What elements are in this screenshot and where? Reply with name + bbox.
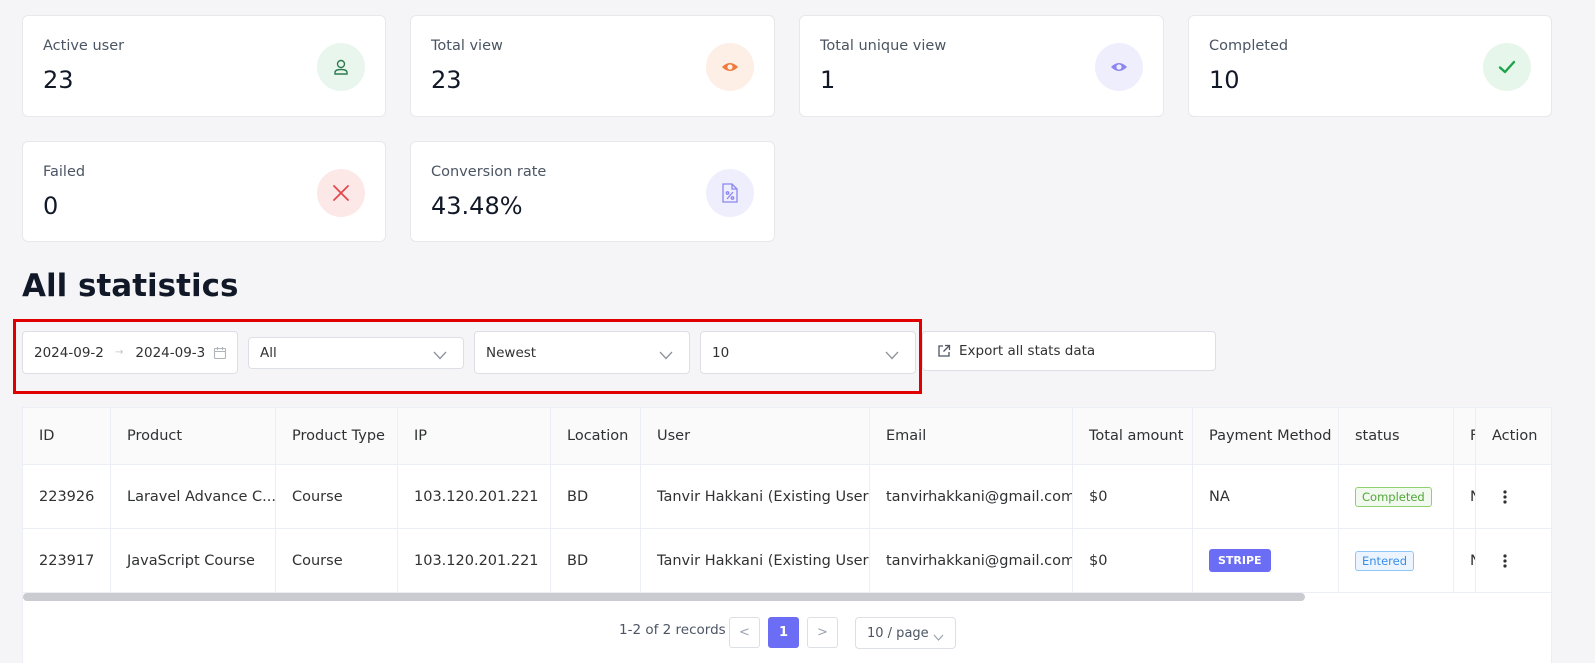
stat-card-total-unique-view: Total unique view 1 [799, 15, 1164, 117]
cell-product-type: Course [276, 529, 398, 592]
column-header[interactable]: status [1339, 408, 1454, 464]
column-header[interactable]: User [641, 408, 870, 464]
horizontal-scrollbar[interactable] [23, 593, 1551, 601]
table-header: ID Product Product Type IP Location User… [23, 408, 1551, 465]
column-header[interactable]: Payment Method [1193, 408, 1339, 464]
page-size-value: 10 / page [867, 625, 929, 641]
cell-user: Tanvir Hakkani (Existing User) [641, 465, 870, 528]
column-header: Action [1492, 428, 1538, 444]
cell-email: tanvirhakkani@gmail.com [870, 529, 1073, 592]
stat-value: 1 [820, 66, 836, 94]
column-header[interactable]: Total amount [1073, 408, 1193, 464]
page-button[interactable]: 1 [768, 617, 799, 648]
stat-label: Total unique view [820, 38, 947, 54]
column-header[interactable]: Product Type [276, 408, 398, 464]
cell-status: Entered [1339, 529, 1454, 592]
export-button[interactable]: Export all stats data [922, 331, 1216, 371]
cell-location: BD [551, 529, 641, 592]
table-row: 223917 JavaScript Course Course 103.120.… [23, 529, 1551, 593]
column-header[interactable]: Product [111, 408, 276, 464]
check-icon [1483, 43, 1531, 91]
stat-value: 23 [431, 66, 462, 94]
column-header[interactable]: F [1454, 408, 1476, 464]
cell-total: $0 [1073, 465, 1193, 528]
stat-card-failed: Failed 0 [22, 141, 386, 242]
page-title: All statistics [22, 268, 239, 304]
close-icon [317, 169, 365, 217]
stat-label: Conversion rate [431, 164, 547, 180]
cell-payment: STRIPE [1193, 529, 1339, 592]
next-page-button[interactable]: > [807, 617, 838, 648]
cell-product: Laravel Advance C... [111, 465, 276, 528]
cell-id: 223917 [23, 529, 111, 592]
column-header[interactable]: IP [398, 408, 551, 464]
stat-value: 43.48% [431, 192, 523, 220]
cell-product-type: Course [276, 465, 398, 528]
export-button-label: Export all stats data [959, 343, 1096, 359]
cell-ip: 103.120.201.221 [398, 465, 551, 528]
cell-extra: N [1454, 529, 1476, 592]
stat-label: Completed [1209, 38, 1289, 54]
cell-product: JavaScript Course [111, 529, 276, 592]
stat-card-conversion-rate: Conversion rate 43.48% [410, 141, 775, 242]
eye-icon [1095, 43, 1143, 91]
table-row: 223926 Laravel Advance C... Course 103.1… [23, 465, 1551, 529]
chevron-down-icon [933, 630, 944, 645]
payment-badge: STRIPE [1209, 549, 1271, 572]
status-badge: Completed [1355, 486, 1432, 507]
more-vertical-icon[interactable] [1503, 553, 1507, 568]
page-size-select[interactable]: 10 / page [855, 617, 956, 649]
stat-value: 10 [1209, 66, 1240, 94]
cell-extra: N [1454, 465, 1476, 528]
stat-value: 23 [43, 66, 74, 94]
stat-card-completed: Completed 10 [1188, 15, 1552, 117]
cell-id: 223926 [23, 465, 111, 528]
stat-card-active-user: Active user 23 [22, 15, 386, 117]
column-header[interactable]: Email [870, 408, 1073, 464]
cell-total: $0 [1073, 529, 1193, 592]
stat-label: Total view [431, 38, 503, 54]
status-badge: Entered [1355, 550, 1414, 571]
scrollbar-thumb[interactable] [23, 593, 1305, 601]
prev-page-button[interactable]: < [729, 617, 760, 648]
user-icon [317, 43, 365, 91]
cell-email: tanvirhakkani@gmail.com [870, 465, 1073, 528]
eye-icon [706, 43, 754, 91]
stat-label: Active user [43, 38, 125, 54]
stat-label: Failed [43, 164, 86, 180]
cell-location: BD [551, 465, 641, 528]
percent-document-icon [706, 169, 754, 217]
cell-status: Completed [1339, 465, 1454, 528]
pagination-summary: 1-2 of 2 records [619, 622, 726, 638]
cell-user: Tanvir Hakkani (Existing User) [641, 529, 870, 592]
cell-action [1476, 529, 1551, 592]
cell-payment: NA [1193, 465, 1339, 528]
external-link-icon [937, 344, 951, 358]
highlight-box [13, 319, 922, 394]
cell-ip: 103.120.201.221 [398, 529, 551, 592]
column-header[interactable]: ID [23, 408, 111, 464]
stat-value: 0 [43, 192, 59, 220]
column-header[interactable]: Location [551, 408, 641, 464]
stat-card-total-view: Total view 23 [410, 15, 775, 117]
cell-action [1476, 465, 1551, 528]
more-vertical-icon[interactable] [1503, 489, 1507, 504]
